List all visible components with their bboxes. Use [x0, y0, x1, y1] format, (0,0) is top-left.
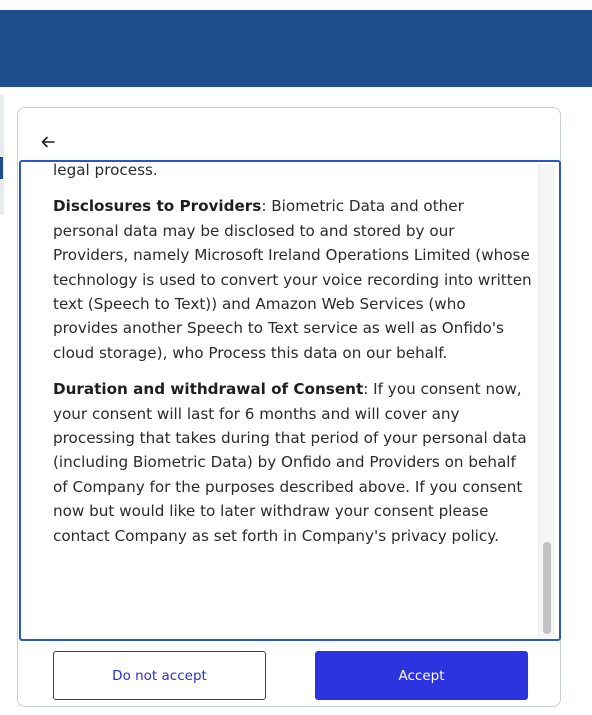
arrow-left-icon — [41, 136, 55, 148]
accept-button[interactable]: Accept — [315, 651, 528, 700]
partial-paragraph: legal process. — [53, 161, 158, 179]
consent-dialog: legal process. Disclosures to Providers:… — [17, 107, 561, 707]
do-not-accept-button[interactable]: Do not accept — [53, 651, 266, 700]
background-page-accent — [0, 157, 3, 179]
disclosures-heading: Disclosures to Providers — [53, 197, 262, 216]
consent-text-scroll-area[interactable]: legal process. Disclosures to Providers:… — [19, 160, 561, 641]
duration-paragraph: Duration and withdrawal of Consent: If y… — [53, 377, 533, 548]
background-page-edge — [0, 95, 4, 215]
duration-text: : If you consent now, your consent will … — [53, 380, 527, 545]
back-button[interactable] — [36, 130, 60, 154]
disclosures-paragraph: Disclosures to Providers: Biometric Data… — [53, 194, 533, 365]
scrollbar-track[interactable] — [538, 164, 555, 638]
consent-text: legal process. Disclosures to Providers:… — [53, 161, 533, 560]
duration-heading: Duration and withdrawal of Consent — [53, 380, 364, 399]
page-top-edge — [0, 0, 592, 10]
disclosures-text: : Biometric Data and other personal data… — [53, 197, 532, 362]
header-bar — [0, 10, 592, 87]
scrollbar-thumb[interactable] — [543, 542, 551, 634]
